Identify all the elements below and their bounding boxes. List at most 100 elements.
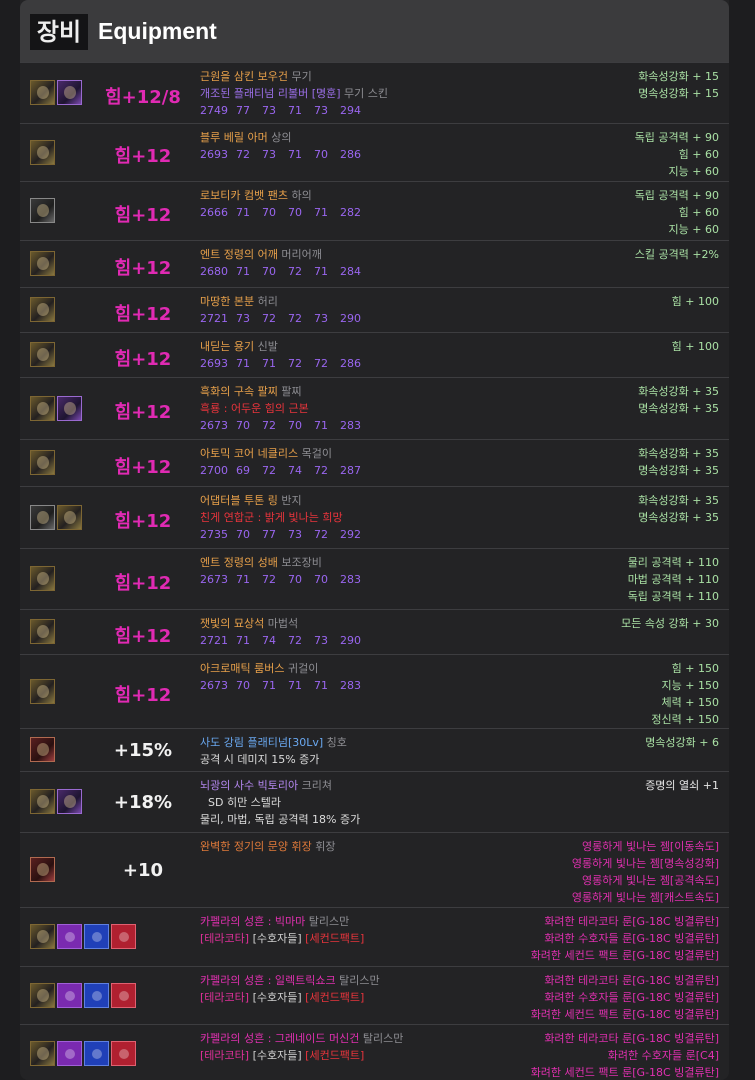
option-line: 지능 + 150 bbox=[661, 679, 719, 692]
item-name[interactable]: 사도 강림 플래티넘[30Lv] bbox=[200, 736, 323, 749]
item-name[interactable]: 어댑터블 투톤 링 bbox=[200, 494, 278, 507]
item-name-line: 흑화의 구속 팔찌 팔찌 bbox=[200, 383, 520, 400]
stat-number: 73 bbox=[262, 104, 276, 117]
item-icon[interactable] bbox=[30, 1041, 55, 1066]
option-line: 물리 공격력 + 110 bbox=[627, 556, 719, 569]
item-icon[interactable] bbox=[30, 924, 55, 949]
item-icon[interactable] bbox=[57, 924, 82, 949]
item-name[interactable]: 블루 베릴 아머 bbox=[200, 131, 268, 144]
item-details: 뇌광의 사수 빅토리아 크리쳐 SD 히만 스텔라 물리, 마법, 독립 공격력 1… bbox=[200, 777, 520, 828]
item-name[interactable]: 카펠라의 성흔 : 그레네이드 머신건 bbox=[200, 1032, 359, 1045]
item-name[interactable]: 엔트 정령의 성배 bbox=[200, 556, 278, 569]
item-slot: 탈리스만 bbox=[362, 1032, 404, 1045]
item-name[interactable]: 뇌광의 사수 빅토리아 bbox=[200, 779, 298, 792]
stat-number: 73 bbox=[314, 104, 328, 117]
stat-number: 72 bbox=[262, 573, 276, 586]
item-icon[interactable] bbox=[30, 396, 55, 421]
item-icon[interactable] bbox=[30, 450, 55, 475]
stat-number: 72 bbox=[314, 464, 328, 477]
item-name[interactable]: 마땅한 본분 bbox=[200, 295, 254, 308]
item-icons bbox=[30, 983, 136, 1008]
rune-tags: [테라코타] [수호자들] [세컨드팩트] bbox=[200, 1047, 520, 1064]
item-name[interactable]: 완벽한 정기의 문양 휘장 bbox=[200, 840, 312, 853]
rune-tag[interactable]: [테라코타] bbox=[200, 1049, 249, 1062]
item-name[interactable]: 아크로매틱 룸버스 bbox=[200, 662, 284, 675]
stat-number: 71 bbox=[236, 357, 250, 370]
item-name[interactable]: 아토믹 코어 네클리스 bbox=[200, 447, 298, 460]
item-icon[interactable] bbox=[30, 505, 55, 530]
rune-tag[interactable]: [수호자들] bbox=[253, 991, 302, 1004]
rune-tag[interactable]: [세컨드팩트] bbox=[305, 1049, 364, 1062]
item-icon[interactable] bbox=[30, 251, 55, 276]
rune-tag[interactable]: [세컨드팩트] bbox=[305, 932, 364, 945]
item-icon[interactable] bbox=[111, 983, 136, 1008]
item-icon[interactable] bbox=[30, 140, 55, 165]
equipment-panel: 장비 Equipment 힘+12/8 근원을 삼킨 보우건 무기 개조된 플래티넘… bbox=[20, 0, 729, 1080]
equipment-row: 힘+12 흑화의 구속 팔찌 팔찌 흑룡 : 어두운 힘의 근본 2673 70 72 70… bbox=[20, 377, 729, 439]
rune-tag[interactable]: [테라코타] bbox=[200, 991, 249, 1004]
item-icon[interactable] bbox=[57, 983, 82, 1008]
item-icons bbox=[30, 297, 55, 322]
item-icon[interactable] bbox=[30, 857, 55, 882]
option-line: 화속성강화 + 35 bbox=[638, 494, 719, 507]
stat-number: 71 bbox=[236, 206, 250, 219]
option-line: 화려한 수호자들 룬[G-18C 빙결류탄] bbox=[544, 932, 719, 945]
rune-tag[interactable]: [수호자들] bbox=[253, 1049, 302, 1062]
item-extra-name[interactable]: 개조된 플래티넘 리볼버 [명훈] bbox=[200, 87, 341, 100]
reinforce-stat: +15% bbox=[113, 740, 173, 761]
reinforce-stat: 힘+12 bbox=[114, 573, 172, 594]
item-icon[interactable] bbox=[30, 80, 55, 105]
rune-tag[interactable]: [테라코타] bbox=[200, 932, 249, 945]
item-icon[interactable] bbox=[57, 396, 82, 421]
item-icon[interactable] bbox=[30, 297, 55, 322]
item-extra-name[interactable]: 친게 연합군 : 밝게 빛나는 희망 bbox=[200, 511, 343, 524]
item-icon[interactable] bbox=[111, 1041, 136, 1066]
rune-tag[interactable]: [수호자들] bbox=[253, 932, 302, 945]
item-icon[interactable] bbox=[57, 505, 82, 530]
item-icon[interactable] bbox=[30, 619, 55, 644]
item-name[interactable]: 카펠라의 성흔 : 빅마마 bbox=[200, 915, 305, 928]
option-list: 스킬 공격력 +2% bbox=[635, 246, 719, 263]
item-icon[interactable] bbox=[30, 679, 55, 704]
item-icon[interactable] bbox=[30, 789, 55, 814]
item-icon[interactable] bbox=[30, 566, 55, 591]
item-icons bbox=[30, 251, 55, 276]
item-icon[interactable] bbox=[30, 983, 55, 1008]
item-icon[interactable] bbox=[30, 342, 55, 367]
option-list: 독립 공격력 + 90 힘 + 60 지능 + 60 bbox=[635, 129, 719, 180]
stat-number: 284 bbox=[340, 265, 361, 278]
item-name[interactable]: 흑화의 구속 팔찌 bbox=[200, 385, 278, 398]
stat-number: 69 bbox=[236, 464, 250, 477]
item-icon[interactable] bbox=[84, 983, 109, 1008]
stat-number: 73 bbox=[262, 148, 276, 161]
item-icon[interactable] bbox=[30, 198, 55, 223]
item-name-line: 카펠라의 성흔 : 빅마마 탈리스만 bbox=[200, 913, 520, 930]
item-extra-name[interactable]: 흑룡 : 어두운 힘의 근본 bbox=[200, 402, 309, 415]
item-name[interactable]: 근원을 삼킨 보우건 bbox=[200, 70, 288, 83]
option-list: 물리 공격력 + 110 마법 공격력 + 110 독립 공격력 + 110 bbox=[628, 554, 719, 605]
item-name[interactable]: 내딛는 용기 bbox=[200, 340, 254, 353]
item-icon[interactable] bbox=[111, 924, 136, 949]
item-name[interactable]: 잿빛의 묘상석 bbox=[200, 617, 264, 630]
item-stat-numbers: 2721 73 72 72 73 290 bbox=[200, 310, 520, 327]
item-icons bbox=[30, 198, 55, 223]
talisman-row: 카펠라의 성흔 : 빅마마 탈리스만 [테라코타] [수호자들] [세컨드팩트] 화… bbox=[20, 907, 729, 966]
rune-tag[interactable]: [세컨드팩트] bbox=[305, 991, 364, 1004]
item-name[interactable]: 카펠라의 성흔 : 일렉트릭쇼크 bbox=[200, 974, 336, 987]
stat-number: 72 bbox=[262, 464, 276, 477]
item-name[interactable]: 로보티카 컴뱃 팬츠 bbox=[200, 189, 288, 202]
item-icon[interactable] bbox=[57, 1041, 82, 1066]
item-icon[interactable] bbox=[57, 789, 82, 814]
item-name-line: 잿빛의 묘상석 마법석 bbox=[200, 615, 520, 632]
item-name[interactable]: 엔트 정령의 어깨 bbox=[200, 248, 278, 261]
item-stat-numbers: 2721 71 74 72 73 290 bbox=[200, 632, 520, 649]
option-list: 화속성강화 + 35 명속성강화 + 35 bbox=[638, 492, 719, 526]
item-icon[interactable] bbox=[84, 924, 109, 949]
reinforce-stat: 힘+12 bbox=[114, 626, 172, 647]
item-icon[interactable] bbox=[57, 80, 82, 105]
item-name-line: 어댑터블 투톤 링 반지 bbox=[200, 492, 520, 509]
item-icon[interactable] bbox=[30, 737, 55, 762]
item-icons bbox=[30, 505, 82, 530]
item-icons bbox=[30, 924, 136, 949]
item-icon[interactable] bbox=[84, 1041, 109, 1066]
